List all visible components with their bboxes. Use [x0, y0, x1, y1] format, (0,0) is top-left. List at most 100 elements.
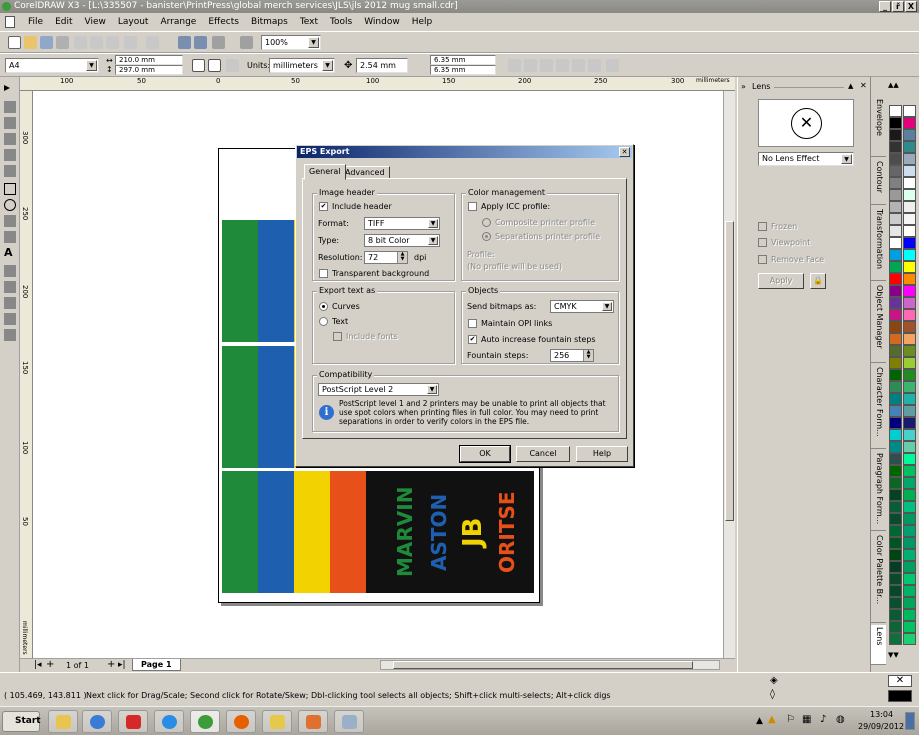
add-page-before-icon[interactable]: + [46, 659, 54, 670]
snap-guidelines-icon[interactable] [524, 59, 537, 72]
show-desktop-button[interactable] [905, 712, 915, 730]
chevron-down-icon[interactable]: ▼ [86, 60, 97, 71]
undo-icon[interactable] [124, 36, 137, 49]
color-swatch[interactable] [889, 477, 902, 489]
color-swatch[interactable] [889, 309, 902, 321]
color-swatch[interactable] [889, 585, 902, 597]
color-swatch[interactable] [889, 129, 902, 141]
outline-color-swatch[interactable] [888, 690, 912, 702]
color-swatch[interactable] [903, 213, 916, 225]
snap-grid-icon[interactable] [508, 59, 521, 72]
horizontal-scrollbar[interactable] [380, 660, 720, 670]
color-swatch[interactable] [903, 333, 916, 345]
new-icon[interactable] [8, 36, 21, 49]
color-swatch[interactable] [889, 525, 902, 537]
color-swatch[interactable] [903, 453, 916, 465]
snap-objects-icon[interactable] [540, 59, 553, 72]
chevron-down-icon[interactable]: ▼ [427, 385, 437, 394]
color-swatch[interactable] [903, 141, 916, 153]
color-swatch[interactable] [903, 249, 916, 261]
minimize-button[interactable]: _ [879, 1, 891, 12]
export-icon[interactable] [194, 36, 207, 49]
no-fill-swatch[interactable]: ✕ [888, 675, 912, 687]
first-page-icon[interactable]: |◂ [34, 660, 42, 670]
menu-view[interactable]: View [79, 17, 112, 27]
color-swatch[interactable] [903, 357, 916, 369]
postscript-level-select[interactable]: PostScript Level 2 ▼ [318, 383, 439, 396]
tab-lens[interactable]: Lens [871, 625, 887, 665]
menu-effects[interactable]: Effects [202, 17, 245, 27]
outline-indicator-icon[interactable]: ◊ [770, 689, 775, 700]
color-swatch[interactable] [889, 153, 902, 165]
palette-scroll-up-icon[interactable]: ▲▲ [888, 81, 916, 93]
add-page-after-icon[interactable]: + [107, 659, 115, 670]
dynamic-guides-icon[interactable] [556, 59, 569, 72]
color-swatch[interactable] [889, 177, 902, 189]
tab-page-1[interactable]: Page 1 [132, 659, 181, 671]
portrait-icon[interactable] [192, 59, 205, 72]
palette-scroll-down-icon[interactable]: ▼▼ [888, 651, 916, 663]
basic-shapes-tool-icon[interactable] [4, 231, 16, 243]
units-combo[interactable]: millimeters ▼ [269, 58, 335, 73]
horizontal-ruler[interactable]: 100 50 0 50 100 150 200 250 300 millimet… [20, 77, 735, 91]
lens-effect-combo[interactable]: No Lens Effect ▼ [758, 152, 854, 166]
color-swatch[interactable] [903, 561, 916, 573]
color-swatch[interactable] [889, 393, 902, 405]
curves-radio[interactable] [319, 302, 328, 311]
color-swatch[interactable] [903, 573, 916, 585]
vertical-scroll-thumb[interactable] [725, 221, 734, 521]
menu-window[interactable]: Window [358, 17, 406, 27]
chevron-down-icon[interactable]: ▼ [428, 236, 438, 245]
taskbar-acrobat[interactable] [118, 710, 148, 733]
tab-general[interactable]: General [304, 164, 346, 180]
color-swatch[interactable] [903, 261, 916, 273]
open-icon[interactable] [24, 36, 37, 49]
color-swatch[interactable] [889, 513, 902, 525]
include-header-checkbox[interactable]: ✔ [319, 202, 328, 211]
document-icon[interactable] [5, 16, 15, 28]
auto-increase-checkbox[interactable]: ✔ [468, 335, 477, 344]
send-bitmaps-select[interactable]: CMYK ▼ [550, 300, 614, 313]
color-swatch[interactable] [889, 429, 902, 441]
color-swatch[interactable] [889, 117, 902, 129]
color-swatch[interactable] [889, 273, 902, 285]
interactive-fill-tool-icon[interactable] [4, 329, 16, 341]
show-hidden-icons-icon[interactable]: ▲ [756, 716, 763, 726]
color-swatch[interactable] [889, 189, 902, 201]
tray-app-icon[interactable]: ▲ [768, 714, 776, 725]
landscape-icon[interactable] [208, 59, 221, 72]
lock-icon[interactable]: 🔒 [810, 273, 826, 289]
menu-arrange[interactable]: Arrange [154, 17, 202, 27]
color-swatch[interactable] [889, 297, 902, 309]
no-color-swatch[interactable] [889, 105, 902, 117]
fountain-steps-spinner[interactable]: 256 ▲ ▼ [550, 349, 594, 362]
color-swatch[interactable] [903, 393, 916, 405]
fill-indicator-icon[interactable]: ◈ [770, 675, 778, 686]
color-swatch[interactable] [903, 285, 916, 297]
menu-file[interactable]: File [22, 17, 49, 27]
tray-app-icon[interactable]: ◍ [836, 714, 845, 725]
color-swatch[interactable] [889, 609, 902, 621]
options-icon[interactable] [588, 59, 601, 72]
duplicate-y-field[interactable]: 6.35 mm [430, 65, 496, 75]
copy-icon[interactable] [90, 36, 103, 49]
composite-profile-radio[interactable] [482, 218, 491, 227]
color-swatch[interactable] [903, 537, 916, 549]
color-swatch[interactable] [903, 429, 916, 441]
smart-fill-tool-icon[interactable] [4, 165, 16, 177]
viewpoint-checkbox[interactable] [758, 238, 767, 247]
outline-tool-icon[interactable] [4, 297, 16, 309]
tab-envelope[interactable]: Envelope [871, 97, 887, 157]
color-swatch[interactable] [903, 417, 916, 429]
network-icon[interactable]: ▦ [802, 714, 811, 725]
color-swatch[interactable] [889, 333, 902, 345]
color-swatch[interactable] [889, 321, 902, 333]
apply-icc-checkbox[interactable] [468, 202, 477, 211]
apply-button[interactable]: Apply [758, 273, 804, 289]
menu-help[interactable]: Help [406, 17, 439, 27]
page-options-icon[interactable] [606, 59, 619, 72]
chevron-down-icon[interactable]: ▼ [428, 219, 438, 228]
color-swatch[interactable] [903, 525, 916, 537]
chevron-down-icon[interactable]: ▼ [308, 37, 319, 48]
last-page-icon[interactable]: ▸| [118, 660, 126, 670]
